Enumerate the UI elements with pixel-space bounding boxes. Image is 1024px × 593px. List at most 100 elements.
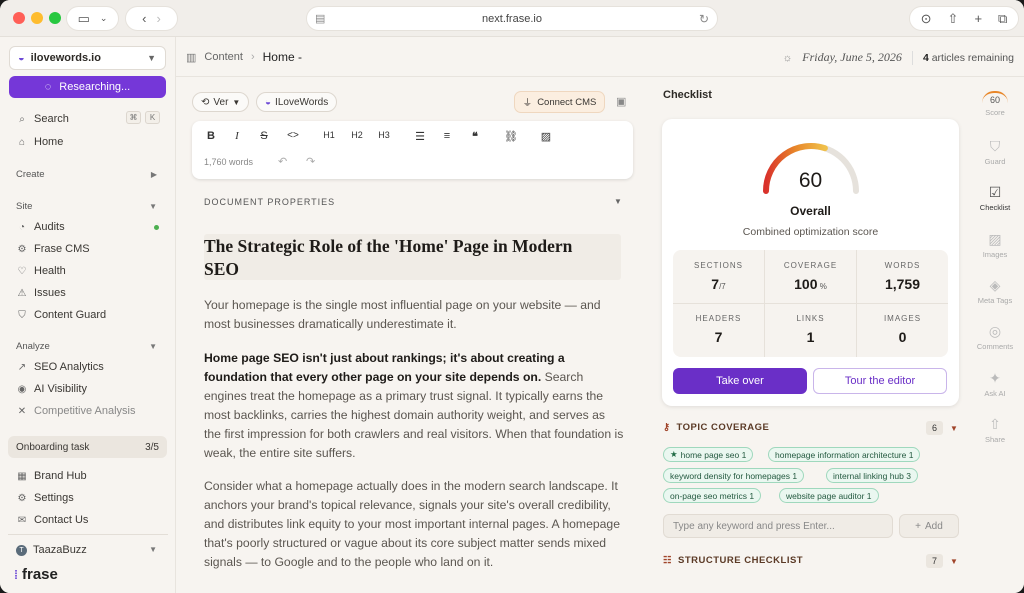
back-icon[interactable]: ‹ [142,11,146,26]
chevron-down-icon[interactable]: ▼ [950,424,958,433]
sidebar-item-label: Settings [34,492,74,504]
checklist-title: Checklist [663,89,712,101]
chevron-down-icon[interactable]: ▼ [149,202,157,211]
keyword-chip[interactable]: website page auditor 1 [779,488,879,503]
keyword-chip[interactable]: homepage information architecture 1 [768,447,921,462]
ordered-list-icon[interactable]: ≡ [439,130,455,142]
bold-button[interactable]: B [203,130,219,142]
rail-checklist[interactable]: ☑ Checklist [966,184,1024,212]
address-bar[interactable]: ▤ next.frase.io ↻ [306,6,718,31]
code-button[interactable]: <> [285,130,301,141]
reload-icon[interactable]: ↻ [699,12,709,26]
tag-icon: ◈ [989,277,1001,293]
rail-meta-tags[interactable]: ◈ Meta Tags [966,277,1024,305]
topic-coverage-header[interactable]: ⚷ TOPIC COVERAGE [663,422,769,433]
panel-toggle-icon[interactable]: ▥ [186,51,196,64]
maximize-window-button[interactable] [49,12,61,24]
structure-checklist-header[interactable]: ☷ STRUCTURE CHECKLIST [663,555,803,566]
chevron-down-icon[interactable]: ▼ [950,557,958,566]
share-icon[interactable]: ⇧ [948,11,959,27]
keyword-chip[interactable]: keyword density for homepages 1 [663,468,805,483]
link-icon[interactable]: ⛓ [503,130,519,143]
sidebar-item-issues[interactable]: ⚠ Issues [16,285,66,301]
researching-button[interactable]: ◌ Researching... [9,76,166,98]
save-icon[interactable]: ▣ [616,95,626,108]
document-properties-toggle[interactable]: DOCUMENT PROPERTIES [204,197,335,207]
sidebar-item-content-guard[interactable]: ⛉ Content Guard [16,307,106,323]
workspace-selector[interactable]: ◒ ilovewords.io ▼ [9,46,166,70]
heading1-button[interactable]: H1 [321,130,337,140]
checklist-icon: ☑ [988,184,1002,200]
stat-value: 0 [898,329,907,345]
team-selector[interactable]: T TaazaBuzz [16,542,87,558]
sidebar-item-competitive-analysis[interactable]: ✕ Competitive Analysis [16,403,136,419]
rail-ask-ai[interactable]: ✦ Ask AI [966,370,1024,398]
sidebar-item-frase-cms[interactable]: ⚙ Frase CMS [16,241,90,257]
onboarding-task[interactable]: Onboarding task 3/5 [8,436,167,458]
rail-images[interactable]: ▨ Images [966,231,1024,259]
rail-guard[interactable]: ⛉ Guard [966,138,1024,166]
tour-editor-button[interactable]: Tour the editor [813,368,947,394]
quote-icon[interactable]: ❝ [467,130,483,143]
chevron-down-icon[interactable]: ▼ [149,342,157,351]
key-icon: ⚷ [663,422,671,433]
rail-label: Share [984,435,1005,444]
reader-icon[interactable]: ▤ [315,12,325,25]
connect-cms-button[interactable]: ⏚ Connect CMS [514,91,605,113]
chevron-right-icon[interactable]: ▶ [151,170,157,179]
sidebar-item-settings[interactable]: ⚙ Settings [16,490,74,506]
new-tab-icon[interactable]: + [974,11,982,26]
version-selector[interactable]: ⟲ Ver ▼ [192,92,250,112]
minimize-window-button[interactable] [31,12,43,24]
breadcrumb-content[interactable]: Content [204,51,243,63]
heading2-button[interactable]: H2 [349,130,365,140]
paragraph[interactable]: Your homepage is the single most influen… [204,296,624,334]
keyword-label: website page auditor 1 [786,490,872,501]
chevron-down-icon[interactable]: ▼ [149,545,157,554]
italic-button[interactable]: I [229,130,245,142]
close-window-button[interactable] [13,12,25,24]
keyword-chip[interactable]: ★ home page seo 1 [663,447,754,462]
brand-chip[interactable]: ◒ ILoveWords [256,92,338,112]
sidebar-item-seo-analytics[interactable]: ↗ SEO Analytics [16,359,104,375]
section-site[interactable]: Site [16,201,32,212]
document-title[interactable]: The Strategic Role of the 'Home' Page in… [204,235,604,281]
rail-share[interactable]: ⇧ Share [966,416,1024,444]
sidebar-item-health[interactable]: ♡ Health [16,263,66,279]
search-icon: ⌕ [19,113,25,125]
strikethrough-button[interactable]: S [256,130,272,142]
add-keyword-button[interactable]: + Add [899,514,959,538]
stat-coverage: COVERAGE 100 % [765,261,856,292]
sidebar-item-home[interactable]: ⌂ Home [16,134,63,150]
download-icon[interactable]: ⊙ [921,11,932,27]
sidebar-item-brand-hub[interactable]: ▦ Brand Hub [16,468,86,484]
tabs-overview-icon[interactable]: ⧉ [998,11,1007,27]
section-analyze[interactable]: Analyze [16,341,50,352]
bullet-list-icon[interactable]: ☰ [412,130,428,143]
undo-icon[interactable]: ↶ [278,155,287,168]
paragraph[interactable]: Home page SEO isn't just about rankings;… [204,349,624,463]
heading3-button[interactable]: H3 [376,130,392,140]
forward-icon[interactable]: › [157,11,161,26]
section-create[interactable]: Create [16,169,45,180]
keyword-chip[interactable]: on-page seo metrics 1 [663,488,762,503]
keyword-label: internal linking hub 3 [833,470,911,481]
keyword-input[interactable]: Type any keyword and press Enter... [663,514,893,538]
paragraph[interactable]: Consider what a homepage actually does i… [204,477,624,572]
chevron-down-icon[interactable]: ▼ [614,197,622,206]
redo-icon[interactable]: ↷ [306,155,315,168]
rail-score[interactable]: 60 Score [966,91,1024,117]
keyword-chip[interactable]: internal linking hub 3 [826,468,918,483]
rail-comments[interactable]: ◎ Comments [966,323,1024,351]
take-over-button[interactable]: Take over [673,368,807,394]
rail-label: Score [985,108,1005,117]
sidebar-item-contact-us[interactable]: ✉ Contact Us [16,512,89,528]
chevron-down-icon: ▼ [232,97,241,107]
sidebar-item-audits[interactable]: ◔ Audits [16,219,65,235]
app-window: ▭ ⌄ ‹ › ▤ next.frase.io ↻ ⊙ ⇧ + ⧉ ◒ ilovew… [0,0,1024,593]
sidebar-toggle-button[interactable]: ▭ ⌄ [66,6,119,31]
image-insert-icon[interactable]: ▨ [538,130,554,143]
sidebar-item-ai-visibility[interactable]: ◉ AI Visibility [16,381,87,397]
sidebar-item-search[interactable]: ⌕ Search [16,111,69,127]
gear-icon: ⚙ [17,492,27,504]
